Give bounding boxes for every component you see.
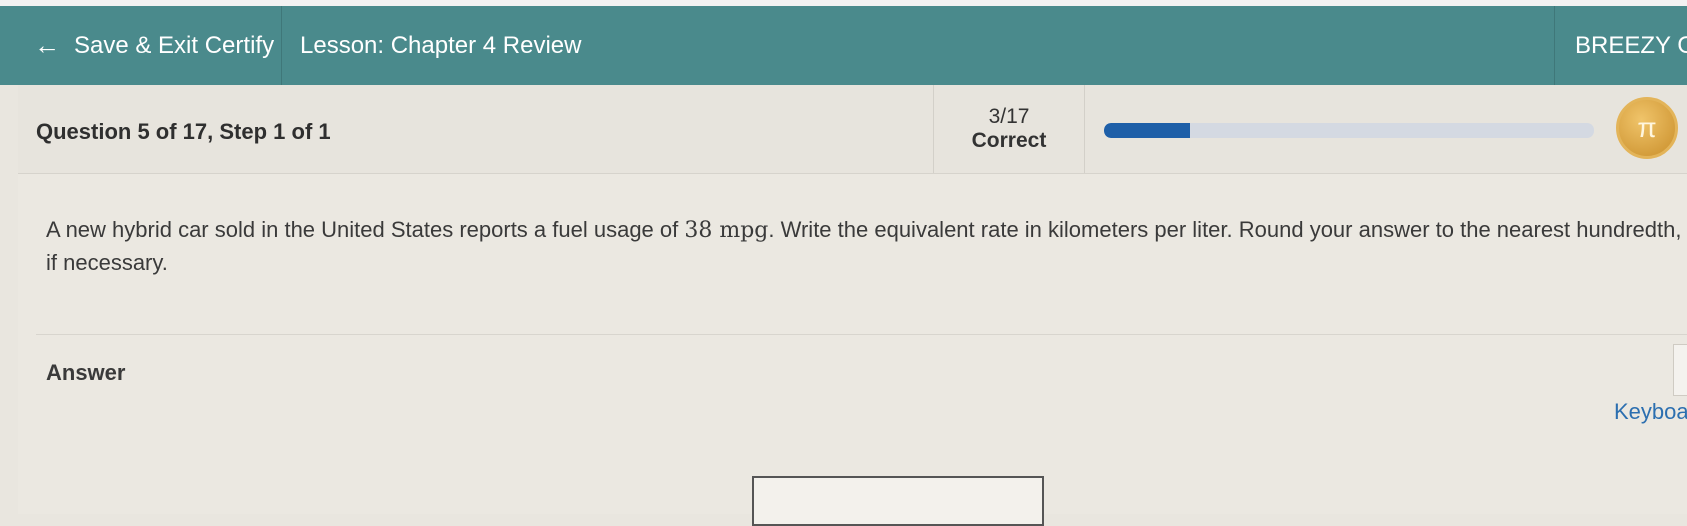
arrow-left-icon: ←: [34, 30, 60, 60]
keyboard-link[interactable]: Keyboard: [1614, 399, 1687, 425]
user-menu[interactable]: BREEZY GR: [1554, 6, 1687, 85]
question-text: A new hybrid car sold in the United Stat…: [46, 214, 1686, 279]
user-name: BREEZY GR: [1575, 31, 1687, 59]
reward-coin-icon[interactable]: π: [1616, 97, 1678, 159]
question-step-label: Question 5 of 17, Step 1 of 1: [36, 119, 331, 144]
score-box: 3/17 Correct: [933, 85, 1085, 173]
answer-label: Answer: [46, 360, 126, 385]
question-text-before: A new hybrid car sold in the United Stat…: [46, 217, 685, 242]
section-divider: [36, 334, 1687, 335]
save-and-exit-label: Save & Exit Certify: [74, 31, 275, 59]
answer-input[interactable]: [752, 476, 1044, 526]
score-count: 3/17: [988, 105, 1030, 128]
keyboard-toggle-button[interactable]: [1673, 344, 1687, 396]
top-navigation-bar: ← Save & Exit Certify Lesson: Chapter 4 …: [0, 0, 1687, 85]
lesson-title: Lesson: Chapter 4 Review: [300, 31, 582, 59]
question-status-bar: Question 5 of 17, Step 1 of 1 3/17 Corre…: [18, 85, 1687, 174]
progress-bar-fill: [1104, 123, 1191, 138]
question-math-value: 38 mpg: [684, 218, 769, 243]
progress-bar: [1104, 123, 1594, 138]
score-label: Correct: [971, 129, 1047, 152]
save-and-exit-button[interactable]: ← Save & Exit Certify: [14, 6, 282, 85]
question-content: A new hybrid car sold in the United Stat…: [18, 174, 1687, 526]
